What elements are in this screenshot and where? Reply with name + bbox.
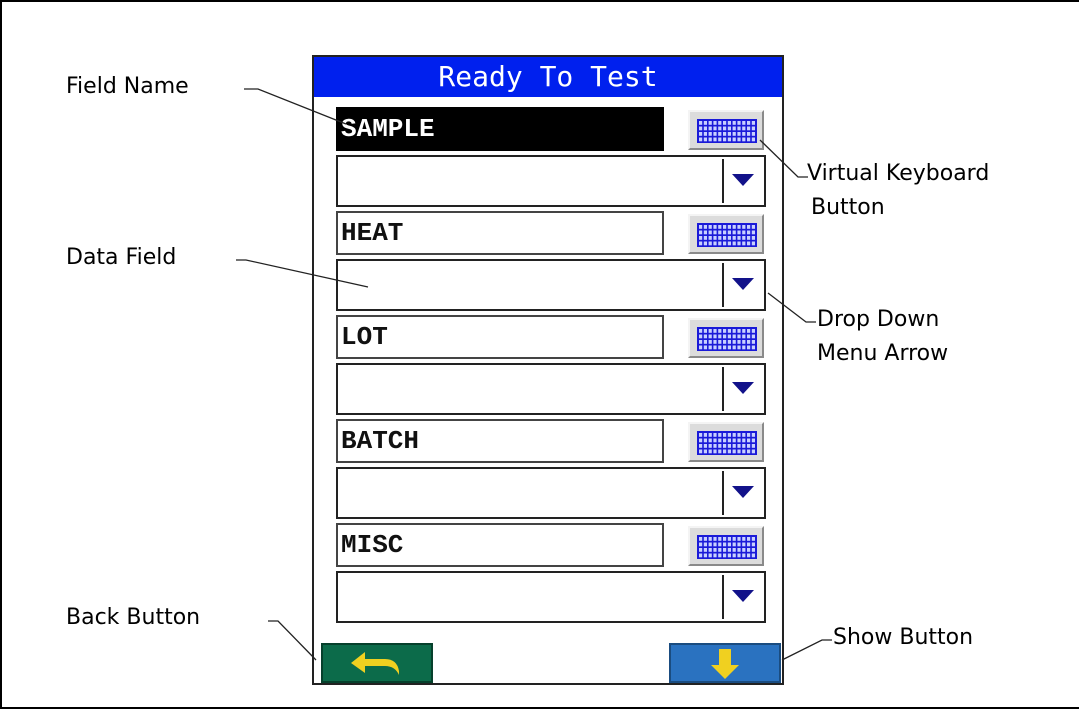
leader-field-name — [244, 88, 347, 125]
leader-drop-down — [767, 292, 816, 323]
leader-virtual-keyboard — [759, 139, 808, 178]
leader-back-button — [268, 620, 317, 661]
callout-leader-lines — [236, 88, 832, 661]
leader-show-button — [781, 639, 832, 661]
leader-data-field — [236, 259, 369, 288]
